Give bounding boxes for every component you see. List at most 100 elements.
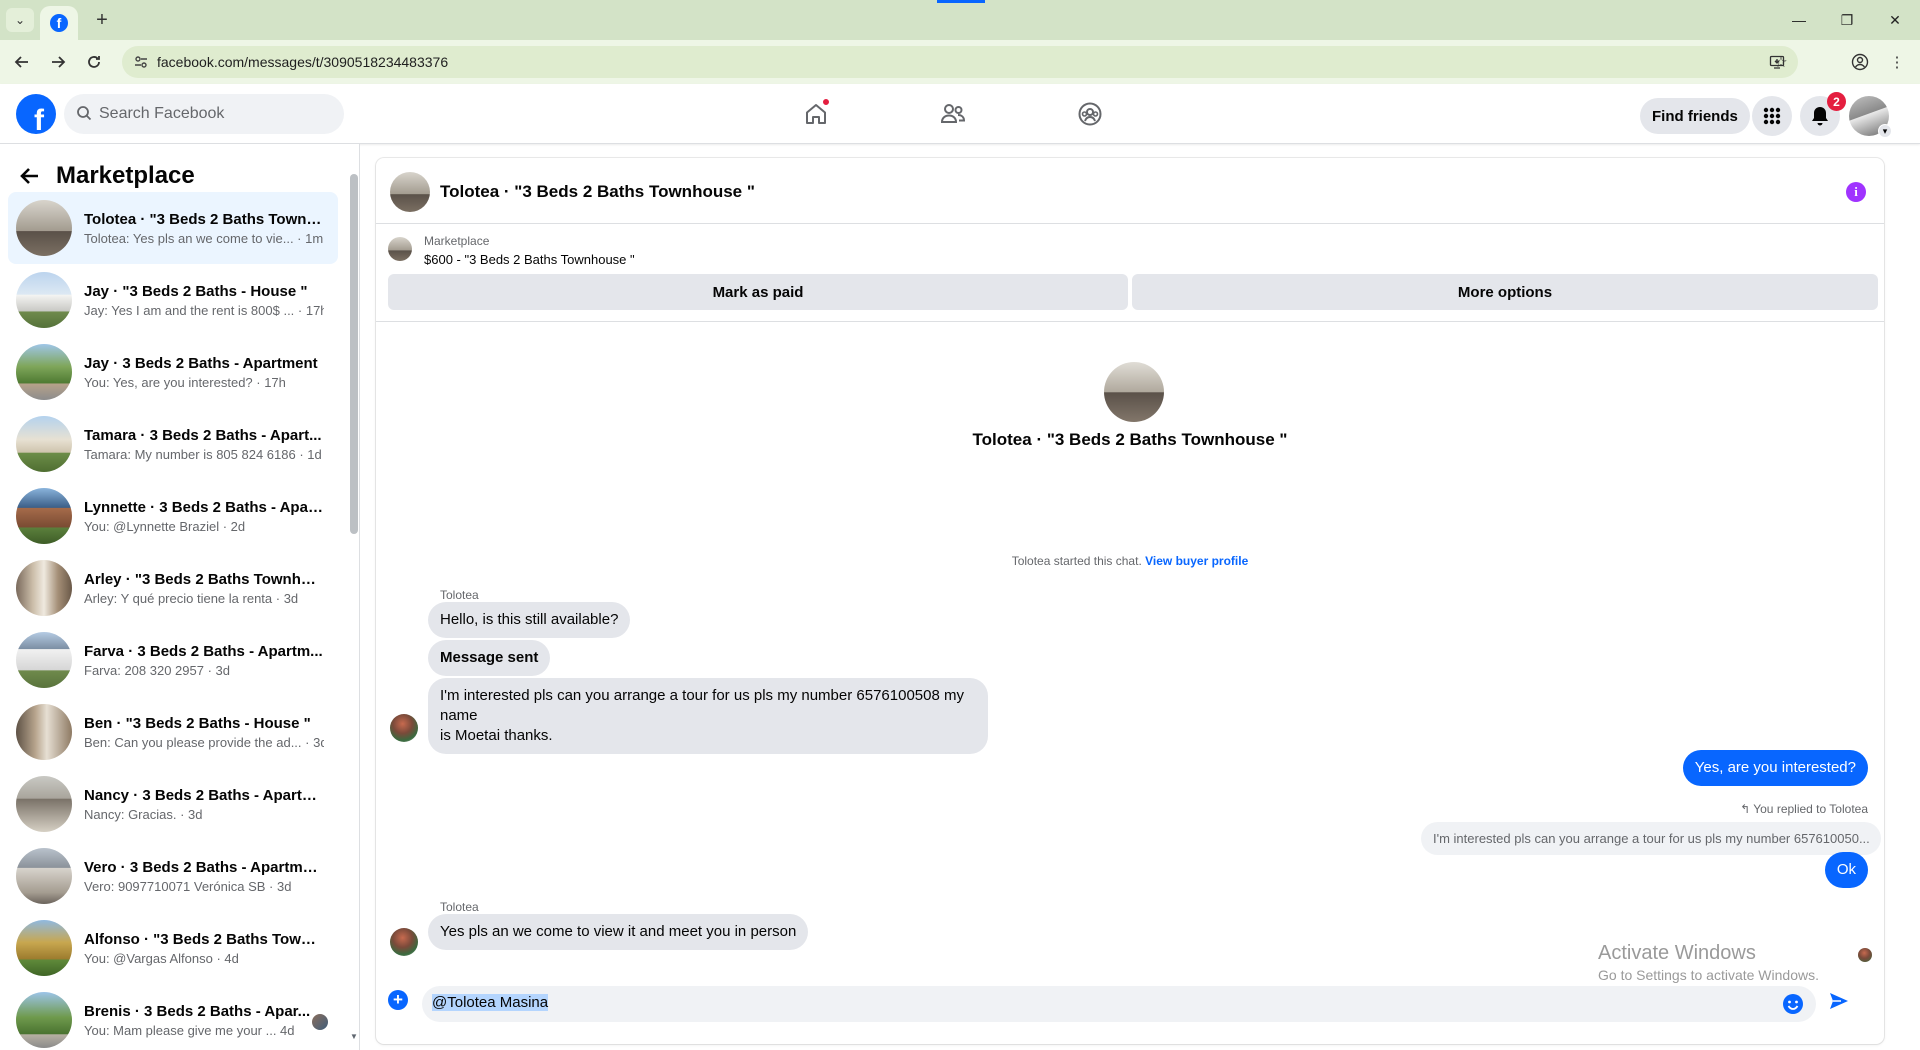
view-buyer-profile-link[interactable]: View buyer profile bbox=[1145, 554, 1248, 568]
conversation-item[interactable]: Tolotea · "3 Beds 2 Baths Townh... Tolote… bbox=[8, 192, 338, 264]
friends-icon bbox=[940, 104, 966, 123]
conversation-name: Tamara · 3 Beds 2 Baths - Apart... bbox=[84, 426, 322, 444]
conversation-name: Alfonso · "3 Beds 2 Baths Townh... bbox=[84, 930, 324, 948]
chat-header: Tolotea · "3 Beds 2 Baths Townhouse " i bbox=[376, 158, 1884, 224]
conversation-name: Ben · "3 Beds 2 Baths - House " bbox=[84, 714, 311, 732]
url-text[interactable]: facebook.com/messages/t/3090518234483376 bbox=[157, 54, 448, 70]
browser-tab-strip: ⌄ f + — ❐ ✕ bbox=[0, 0, 1920, 40]
conversation-item[interactable]: Jay · 3 Beds 2 Baths - Apartment You: Yes… bbox=[8, 336, 338, 408]
info-icon[interactable]: i bbox=[1846, 182, 1866, 202]
reply-note-text: You replied to Tolotea bbox=[1753, 802, 1868, 816]
friends-nav[interactable] bbox=[925, 84, 981, 144]
browser-toolbar: facebook.com/messages/t/3090518234483376… bbox=[0, 40, 1920, 84]
sidebar-scrollbar[interactable] bbox=[350, 174, 358, 534]
conversation-item[interactable]: Farva · 3 Beds 2 Baths - Apartm... Farva:… bbox=[8, 624, 338, 696]
notifications-button[interactable]: 2 bbox=[1800, 92, 1846, 136]
sender-name: Tolotea bbox=[440, 588, 479, 602]
listing-thumbnail bbox=[16, 272, 72, 328]
search-input[interactable] bbox=[99, 94, 329, 134]
listing-thumbnail bbox=[16, 200, 72, 256]
facebook-logo-icon[interactable]: f bbox=[16, 94, 56, 134]
chat-title[interactable]: Tolotea · "3 Beds 2 Baths Townhouse " bbox=[440, 182, 755, 202]
reply-arrow-icon: ↰ bbox=[1740, 802, 1754, 816]
scroll-down-arrow-icon[interactable]: ▼ bbox=[349, 1032, 359, 1042]
address-bar[interactable]: facebook.com/messages/t/3090518234483376 bbox=[122, 46, 1798, 78]
home-nav[interactable] bbox=[788, 84, 844, 144]
site-info-icon[interactable] bbox=[132, 53, 150, 71]
outgoing-message[interactable]: Ok bbox=[1824, 852, 1868, 888]
emoji-icon[interactable] bbox=[1782, 993, 1804, 1015]
message-line: is Moetai thanks. bbox=[440, 727, 553, 744]
incoming-message[interactable]: Message sent bbox=[428, 640, 551, 676]
listing-price-title[interactable]: $600 - "3 Beds 2 Baths Townhouse " bbox=[424, 252, 635, 267]
notification-count-badge: 2 bbox=[1827, 92, 1846, 111]
incoming-message[interactable]: I'm interested pls can you arrange a tou… bbox=[428, 678, 988, 754]
conversation-name: Nancy · 3 Beds 2 Baths - Apartm... bbox=[84, 786, 324, 804]
mark-as-paid-button[interactable]: Mark as paid bbox=[388, 274, 1128, 310]
incoming-message[interactable]: Hello, is this still available? bbox=[428, 602, 631, 638]
conversation-item[interactable]: Nancy · 3 Beds 2 Baths - Apartm... Nancy:… bbox=[8, 768, 338, 840]
conversation-snippet: You: @Vargas Alfonso · 4d bbox=[84, 950, 239, 966]
conversation-item[interactable]: Ben · "3 Beds 2 Baths - House " Ben: Can … bbox=[8, 696, 338, 768]
conversation-item[interactable]: Arley · "3 Beds 2 Baths Townhou... Arley:… bbox=[8, 552, 338, 624]
sender-avatar[interactable] bbox=[390, 928, 418, 956]
find-friends-button[interactable]: Find friends bbox=[1640, 98, 1750, 134]
conversation-name: Brenis · 3 Beds 2 Baths - Apar... bbox=[84, 1002, 311, 1020]
outgoing-message[interactable]: Yes, are you interested? bbox=[1682, 750, 1868, 786]
restore-button[interactable]: ❐ bbox=[1824, 6, 1870, 34]
send-icon[interactable] bbox=[1828, 990, 1850, 1012]
back-arrow-icon[interactable] bbox=[16, 162, 44, 190]
listing-thumbnail bbox=[16, 344, 72, 400]
reload-icon[interactable] bbox=[80, 48, 108, 76]
minimize-button[interactable]: — bbox=[1776, 6, 1822, 34]
conversation-name: Arley · "3 Beds 2 Baths Townhou... bbox=[84, 570, 324, 588]
conversation-item[interactable]: Lynnette · 3 Beds 2 Baths - Apar... You: … bbox=[8, 480, 338, 552]
tab-search-chevron-icon[interactable]: ⌄ bbox=[6, 8, 34, 32]
close-window-button[interactable]: ✕ bbox=[1872, 6, 1918, 34]
conversation-snippet: Arley: Y qué precio tiene la renta · 3d bbox=[84, 590, 299, 606]
browser-menu-icon[interactable]: ⋮ bbox=[1886, 51, 1908, 73]
chat-avatar[interactable] bbox=[390, 172, 430, 212]
forward-arrow-icon[interactable] bbox=[44, 48, 72, 76]
reply-note: ↰ You replied to Tolotea bbox=[1740, 802, 1868, 816]
back-arrow-icon[interactable] bbox=[8, 48, 36, 76]
groups-nav[interactable] bbox=[1062, 84, 1118, 144]
conversation-item[interactable]: Alfonso · "3 Beds 2 Baths Townh... You: @… bbox=[8, 912, 338, 984]
replied-message-quote[interactable]: I'm interested pls can you arrange a tou… bbox=[1421, 822, 1881, 855]
chevron-down-icon[interactable]: ▾ bbox=[1878, 124, 1892, 138]
conversation-item[interactable]: Tamara · 3 Beds 2 Baths - Apart... Tamara… bbox=[8, 408, 338, 480]
conversation-snippet: Vero: 9097710071 Verónica SB · 3d bbox=[84, 878, 292, 894]
conversation-snippet: Nancy: Gracias. · 3d bbox=[84, 806, 203, 822]
facebook-favicon-icon: f bbox=[50, 14, 68, 32]
buyer-avatar[interactable] bbox=[1104, 362, 1164, 422]
new-tab-plus-icon[interactable]: + bbox=[90, 8, 114, 32]
more-options-button[interactable]: More options bbox=[1132, 274, 1878, 310]
facebook-search-box[interactable] bbox=[64, 94, 344, 134]
conversation-snippet: Tolotea: Yes pls an we come to vie... · … bbox=[84, 230, 324, 246]
conversation-name: Vero · 3 Beds 2 Baths - Apartment bbox=[84, 858, 324, 876]
conversation-snippet: Jay: Yes I am and the rent is 800$ ... ·… bbox=[84, 302, 324, 318]
watermark-line: Activate Windows bbox=[1598, 942, 1756, 964]
listing-thumbnail bbox=[16, 992, 72, 1048]
conversation-item[interactable]: Vero · 3 Beds 2 Baths - Apartment Vero: 9… bbox=[8, 840, 338, 912]
menu-grid-button[interactable] bbox=[1752, 96, 1792, 136]
read-receipt-avatar bbox=[1858, 948, 1872, 962]
read-receipt-avatar bbox=[312, 1014, 328, 1030]
composer-input[interactable]: @Tolotea Masina bbox=[432, 994, 549, 1011]
listing-thumbnail bbox=[16, 488, 72, 544]
profile-account-icon[interactable] bbox=[1849, 51, 1871, 73]
listing-thumbnail bbox=[16, 704, 72, 760]
conversation-snippet: Tamara: My number is 805 824 6186 · 1d bbox=[84, 446, 322, 462]
conversation-item[interactable]: Brenis · 3 Beds 2 Baths - Apar... You: Ma… bbox=[8, 984, 338, 1050]
browser-tab-facebook[interactable]: f bbox=[40, 6, 78, 40]
incoming-message[interactable]: Yes pls an we come to view it and meet y… bbox=[428, 914, 809, 950]
facebook-top-bar: f Find friends 2 ▾ bbox=[0, 84, 1920, 144]
message-composer[interactable]: @Tolotea Masina bbox=[422, 986, 1816, 1022]
composer-selected-text: @Tolotea Masina bbox=[432, 994, 549, 1011]
add-attachment-plus-icon[interactable]: + bbox=[388, 990, 408, 1010]
conversation-name: Lynnette · 3 Beds 2 Baths - Apar... bbox=[84, 498, 324, 516]
conversation-item[interactable]: Jay · "3 Beds 2 Baths - House " Jay: Yes … bbox=[8, 264, 338, 336]
listing-thumbnail[interactable] bbox=[388, 237, 412, 261]
bookmark-star-icon[interactable]: ☆ bbox=[1770, 51, 1792, 73]
sender-avatar[interactable] bbox=[390, 714, 418, 742]
